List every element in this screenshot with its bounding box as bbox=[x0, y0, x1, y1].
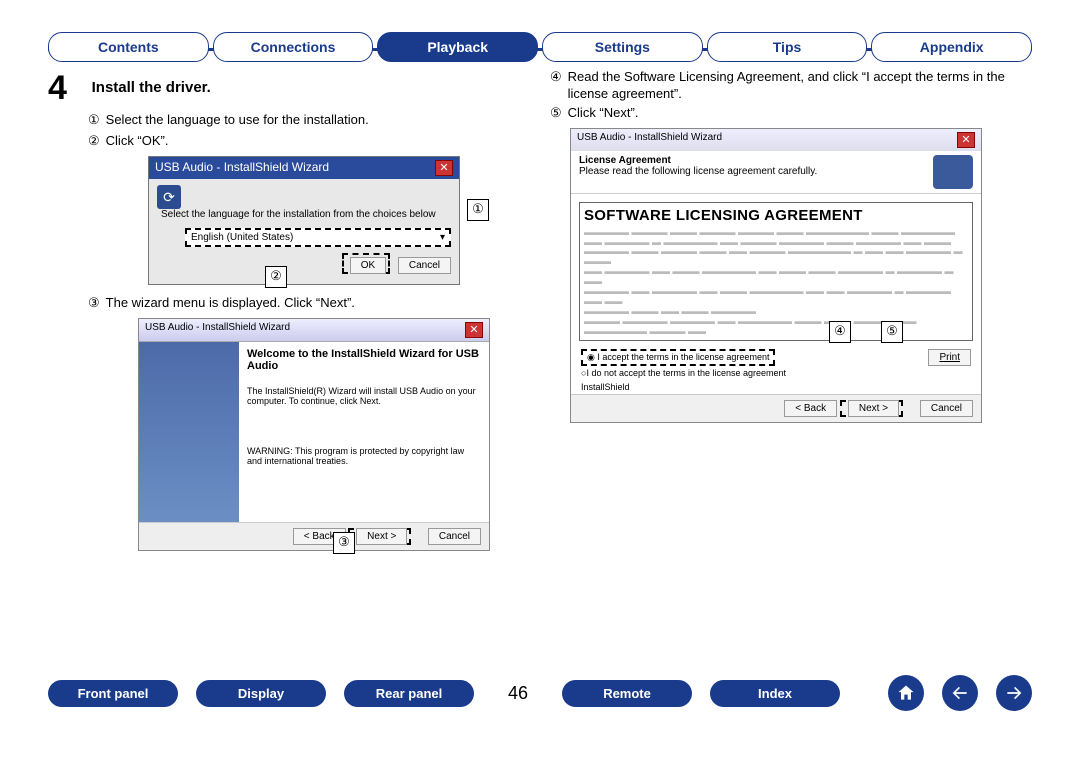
top-tab-bar: Contents Connections Playback Settings T… bbox=[0, 0, 1080, 62]
prev-page-icon[interactable] bbox=[942, 675, 978, 711]
nav-display[interactable]: Display bbox=[196, 680, 326, 707]
close-icon[interactable]: ✕ bbox=[465, 322, 483, 338]
substep-2: Click “OK”. bbox=[106, 133, 169, 150]
cancel-button[interactable]: Cancel bbox=[920, 400, 973, 417]
callout-2: ② bbox=[265, 266, 287, 288]
callout-3: ③ bbox=[333, 532, 355, 554]
circ-1: ① bbox=[88, 112, 100, 129]
wizard-body-2: WARNING: This program is protected by co… bbox=[247, 446, 481, 466]
installer-icon bbox=[933, 155, 973, 189]
step-number: 4 bbox=[48, 69, 88, 108]
page-number: 46 bbox=[492, 683, 544, 704]
chevron-down-icon: ▾ bbox=[440, 232, 445, 243]
dialog-wizard-welcome: USB Audio - InstallShield Wizard ✕ Welco… bbox=[138, 318, 490, 551]
back-button[interactable]: < Back bbox=[784, 400, 837, 417]
nav-front-panel[interactable]: Front panel bbox=[48, 680, 178, 707]
tab-contents[interactable]: Contents bbox=[48, 32, 209, 62]
substep-1: Select the language to use for the insta… bbox=[106, 112, 369, 129]
nav-rear-panel[interactable]: Rear panel bbox=[344, 680, 474, 707]
substep-5: Click “Next”. bbox=[568, 105, 639, 122]
installer-icon: ⟳ bbox=[157, 185, 181, 209]
circ-3: ③ bbox=[88, 295, 100, 312]
license-text-box: SOFTWARE LICENSING AGREEMENT ▬▬▬▬▬ ▬▬▬▬ … bbox=[579, 202, 973, 342]
tab-settings[interactable]: Settings bbox=[542, 32, 703, 62]
dialog1-title: USB Audio - InstallShield Wizard bbox=[155, 160, 329, 176]
tab-tips[interactable]: Tips bbox=[707, 32, 868, 62]
next-page-icon[interactable] bbox=[996, 675, 1032, 711]
license-header-sub: Please read the following license agreem… bbox=[579, 166, 817, 177]
nav-remote[interactable]: Remote bbox=[562, 680, 692, 707]
accept-radio-label[interactable]: I accept the terms in the license agreem… bbox=[597, 352, 769, 362]
tab-playback[interactable]: Playback bbox=[377, 32, 538, 62]
reject-radio-label[interactable]: I do not accept the terms in the license… bbox=[586, 368, 786, 378]
next-button[interactable]: Next > bbox=[356, 528, 407, 545]
cancel-button[interactable]: Cancel bbox=[398, 257, 451, 274]
dialog1-prompt: Select the language for the installation… bbox=[161, 209, 436, 220]
substep-3: The wizard menu is displayed. Click “Nex… bbox=[106, 295, 355, 312]
close-icon[interactable]: ✕ bbox=[957, 132, 975, 148]
sla-title: SOFTWARE LICENSING AGREEMENT bbox=[584, 207, 968, 224]
dialog-language: USB Audio - InstallShield Wizard ✕ ⟳ Sel… bbox=[148, 156, 460, 285]
nav-index[interactable]: Index bbox=[710, 680, 840, 707]
callout-1: ① bbox=[467, 199, 489, 221]
wizard-body-1: The InstallShield(R) Wizard will install… bbox=[247, 386, 481, 406]
circ-2: ② bbox=[88, 133, 100, 150]
sla-body-blur: ▬▬▬▬▬ ▬▬▬▬ ▬▬▬ ▬▬▬▬ ▬▬▬▬ ▬▬▬ ▬▬▬▬▬▬▬ ▬▬▬… bbox=[584, 228, 968, 337]
cancel-button[interactable]: Cancel bbox=[428, 528, 481, 545]
substep-4: Read the Software Licensing Agreement, a… bbox=[568, 69, 1032, 103]
step-title: Install the driver. bbox=[92, 69, 211, 96]
circ-4: ④ bbox=[550, 69, 562, 103]
dialog3-title: USB Audio - InstallShield Wizard bbox=[577, 132, 722, 148]
callout-5: ⑤ bbox=[881, 321, 903, 343]
print-button[interactable]: Print bbox=[928, 349, 971, 366]
ok-button[interactable]: OK bbox=[350, 257, 386, 274]
wizard-sidebar-image bbox=[139, 342, 239, 522]
callout-4: ④ bbox=[829, 321, 851, 343]
wizard-welcome-title: Welcome to the InstallShield Wizard for … bbox=[247, 348, 481, 372]
circ-5: ⑤ bbox=[550, 105, 562, 122]
tab-appendix[interactable]: Appendix bbox=[871, 32, 1032, 62]
next-button[interactable]: Next > bbox=[848, 400, 899, 417]
dialog2-title: USB Audio - InstallShield Wizard bbox=[145, 322, 290, 338]
close-icon[interactable]: ✕ bbox=[435, 160, 453, 176]
language-dropdown[interactable]: English (United States)▾ bbox=[185, 228, 451, 247]
license-header-title: License Agreement bbox=[579, 155, 817, 166]
home-icon[interactable] bbox=[888, 675, 924, 711]
dialog-license: USB Audio - InstallShield Wizard ✕ Licen… bbox=[570, 128, 982, 424]
tab-connections[interactable]: Connections bbox=[213, 32, 374, 62]
installshield-label: InstallShield bbox=[581, 382, 971, 392]
bottom-nav: Front panel Display Rear panel 46 Remote… bbox=[48, 675, 1032, 711]
